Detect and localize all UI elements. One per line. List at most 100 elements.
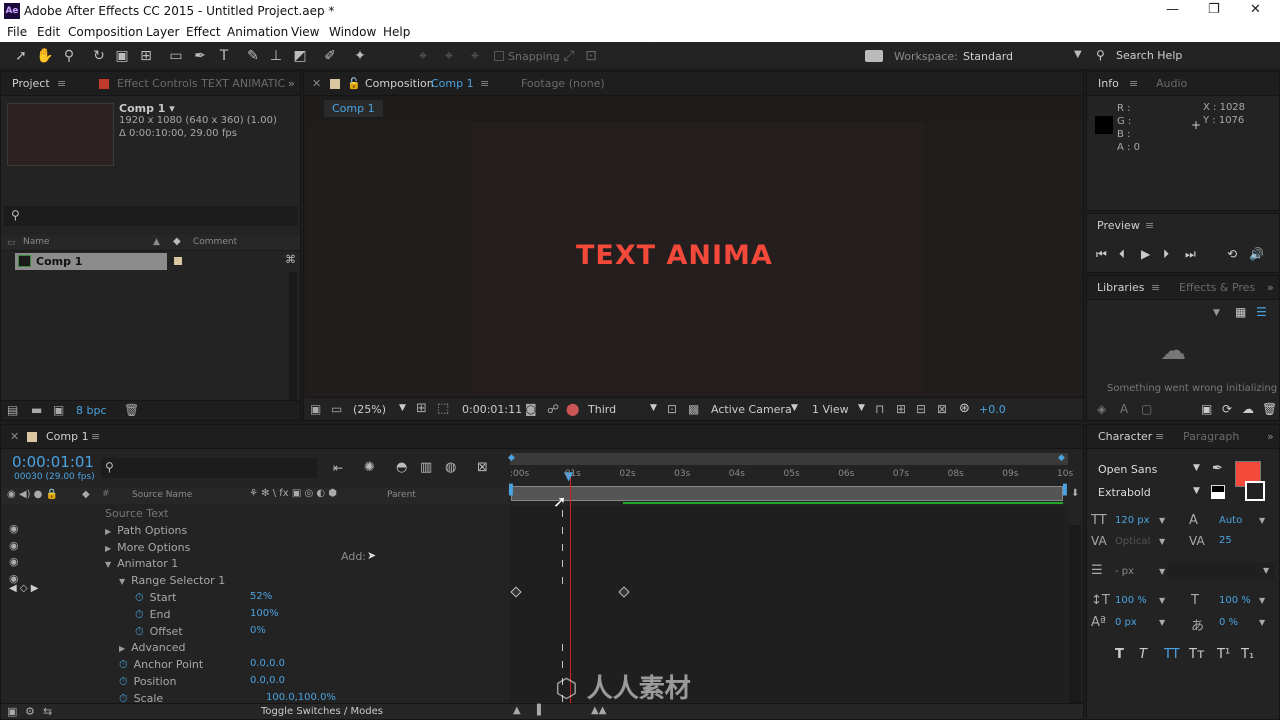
graph-editor-icon[interactable]: ⊠ [477,460,488,475]
transparency-grid-icon[interactable]: ▩ [688,402,699,416]
pan-behind-tool-icon[interactable]: ⊞ [137,47,155,65]
view-layout-dropdown-icon[interactable]: ▼ [858,403,865,413]
menu-file[interactable]: File [7,25,27,39]
stopwatch-icon[interactable]: ⏱ [119,658,128,671]
visibility-eye-icon[interactable]: ◉ [9,555,19,568]
panel-menu-icon[interactable]: ≡ [1151,276,1160,300]
project-scrollbar[interactable] [289,272,297,400]
in-out-toggle-icon[interactable]: ⇆ [43,705,52,718]
panel-menu-icon[interactable]: ≡ [480,72,489,96]
font-family-select[interactable]: Open Sans [1098,463,1157,476]
tsume-dropdown-icon[interactable]: ▼ [1259,618,1265,627]
next-frame-icon[interactable]: ⏵ [1163,247,1169,262]
tag-icon[interactable]: ◆ [173,236,181,247]
fast-previews-icon[interactable]: ⊞ [896,402,906,416]
close-icon[interactable]: ✕ [1250,2,1261,17]
close-tab-icon[interactable]: ✕ [312,72,321,96]
layer-in-point[interactable]: ▌ [509,485,517,496]
layer-property-row[interactable]: ⏱ Start [135,589,176,606]
bit-depth-button[interactable]: 8 bpc [76,404,107,417]
world-axis-icon[interactable]: ⌖ [440,47,458,65]
viewer-canvas[interactable]: TEXT ANIMA [306,122,1081,396]
rotate-tool-icon[interactable]: ↻ [90,47,108,65]
layer-property-row[interactable]: ▼ Animator 1 [105,555,178,572]
zoom-slider[interactable]: ▐ [533,705,541,716]
motion-blur-icon[interactable]: ◍ [445,460,456,475]
font-size-dropdown-icon[interactable]: ▼ [1159,516,1165,525]
exposure-reset-icon[interactable]: ⊛ [959,401,970,416]
resolution-dropdown-icon[interactable]: ▼ [650,403,657,413]
hand-tool-icon[interactable]: ✋ [36,47,54,65]
trash-icon[interactable]: 🗑 [124,403,139,417]
tab-preview[interactable]: Preview [1097,214,1140,238]
tsume-value[interactable]: 0 % [1219,617,1238,628]
panel-overflow-icon[interactable]: » [288,72,295,96]
add-color-icon[interactable]: ▢ [1141,402,1152,416]
comp-mini-flowchart-icon[interactable]: ⇤ [333,461,343,475]
column-source-name[interactable]: Source Name [132,490,192,500]
new-folder-icon[interactable]: ▬ [31,403,42,417]
toggle-pixel-aspect-icon[interactable]: ⊓ [875,402,884,416]
disclosure-triangle-icon[interactable]: ▶ [119,640,125,657]
superscript-icon[interactable]: T¹ [1217,647,1230,662]
faux-bold-icon[interactable]: T [1115,647,1124,662]
layer-out-point[interactable]: ▐ [1059,485,1067,496]
timeline-scrollbar[interactable] [1069,525,1081,705]
stroke-style-dropdown-icon[interactable]: ▼ [1263,566,1269,575]
layer-property-row[interactable]: ⏱ End [135,606,171,623]
horizontal-scale-value[interactable]: 100 % [1219,595,1251,606]
layer-property-row[interactable]: ⏱ Offset [135,623,183,640]
timeline-current-time[interactable]: 0:00:01:01 [12,453,94,471]
zoom-dropdown-icon[interactable]: ▼ [399,403,406,413]
leading-value[interactable]: Auto [1219,515,1242,526]
sync-icon[interactable]: ⟳ [1222,402,1232,416]
comp-info-name[interactable]: Comp 1 ▾ [119,102,175,115]
modes-toggle-icon[interactable]: ⚙ [25,705,35,718]
property-value[interactable]: 0% [250,625,266,636]
new-comp-icon[interactable]: ▣ [53,403,64,417]
panel-menu-icon[interactable]: ≡ [1145,214,1154,238]
property-value[interactable]: 0.0,0.0 [250,675,285,686]
eraser-tool-icon[interactable]: ◩ [291,47,309,65]
layer-property-row[interactable]: ▼ Range Selector 1 [119,572,225,589]
faux-italic-icon[interactable]: T [1139,647,1147,662]
animator-add-button[interactable]: ➤ [367,549,376,562]
tab-libraries[interactable]: Libraries [1097,276,1145,300]
clone-stamp-tool-icon[interactable]: ⊥ [267,47,285,65]
rectangle-tool-icon[interactable]: ▭ [167,47,185,65]
tab-info[interactable]: Info [1098,72,1119,96]
layer-property-row[interactable]: ⏱ Anchor Point [119,656,203,673]
vertical-scale-dropdown-icon[interactable]: ▼ [1159,596,1165,605]
draft-3d-icon[interactable]: ✺ [364,460,375,475]
layer-duration-bar[interactable] [511,486,1063,501]
all-caps-icon[interactable]: TT [1164,647,1180,662]
small-caps-icon[interactable]: Tт [1189,647,1205,662]
white-swatch[interactable] [1211,492,1225,499]
layer-property-row[interactable]: ⏱ Position [119,673,176,690]
show-snapshot-icon[interactable]: ☍ [547,402,559,416]
tab-paragraph[interactable]: Paragraph [1183,425,1239,449]
puppet-pin-tool-icon[interactable]: ✦ [351,47,369,65]
zoom-in-icon[interactable]: ▲▲ [591,705,606,716]
play-icon[interactable]: ▶ [1141,247,1150,261]
visibility-eye-icon[interactable]: ◉ [9,539,19,552]
tab-audio[interactable]: Audio [1156,72,1187,96]
type-tool-icon[interactable]: T [215,47,233,65]
baseline-shift-value[interactable]: 0 px [1115,617,1137,628]
disclosure-triangle-icon[interactable]: ▶ [105,540,111,557]
minimize-icon[interactable]: — [1166,2,1179,17]
menu-composition[interactable]: Composition [68,25,143,39]
view-layout-select[interactable]: 1 View [812,403,849,416]
toggle-switches-modes-button[interactable]: Toggle Switches / Modes [261,706,383,717]
local-axis-icon[interactable]: ⌖ [414,47,432,65]
menu-view[interactable]: View [291,25,319,39]
layer-property-row[interactable]: ▶ Path Options [105,522,187,539]
panel-overflow-icon[interactable]: » [1267,276,1274,300]
shy-icon[interactable]: ◓ [396,460,407,475]
zoom-out-icon[interactable]: ▲ [513,705,521,716]
canvas-text-layer[interactable]: TEXT ANIMA [576,240,773,271]
stroke-color-swatch[interactable] [1245,481,1265,501]
tab-timeline-comp[interactable]: Comp 1 [46,425,89,449]
comp-button-icon[interactable]: ⬇ [1071,488,1079,499]
search-help-input[interactable]: Search Help [1116,49,1182,62]
